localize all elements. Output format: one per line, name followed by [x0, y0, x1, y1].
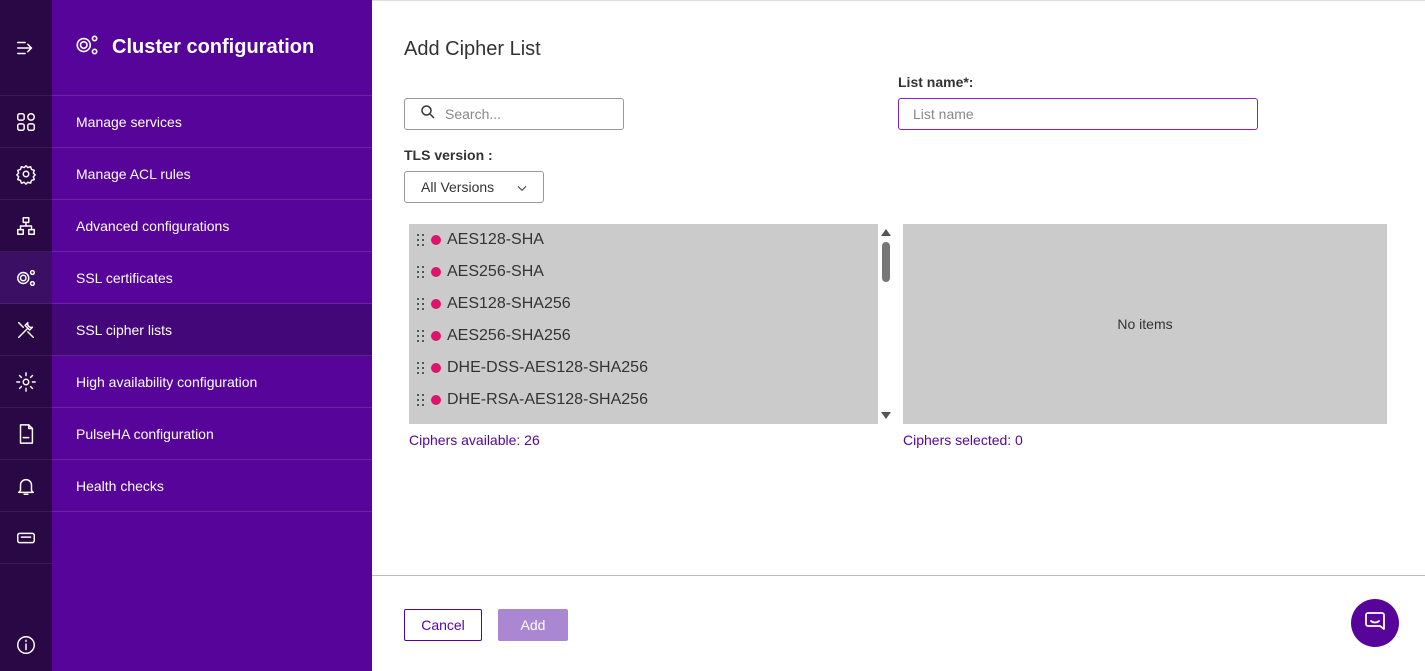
tools-icon[interactable] [0, 304, 52, 356]
cipher-name: DHE-RSA-AES128-SHA256 [447, 391, 648, 408]
ticket-icon[interactable] [0, 512, 52, 564]
gear-icon[interactable] [0, 356, 52, 408]
cipher-item[interactable]: DHE-DSS-AES128-SHA256 [409, 352, 878, 384]
empty-state-text: No items [1117, 316, 1173, 332]
info-icon[interactable] [0, 619, 52, 671]
scroll-thumb[interactable] [882, 242, 890, 282]
cipher-name: AES256-SHA [447, 263, 544, 280]
drag-handle-icon[interactable] [415, 264, 427, 280]
sidebar-item-manage-services[interactable]: Manage services [52, 96, 372, 148]
gears-icon[interactable] [0, 252, 52, 304]
cipher-item[interactable]: AES128-SHA256 [409, 288, 878, 320]
add-button[interactable]: Add [498, 609, 568, 641]
chat-support-button[interactable] [1351, 599, 1399, 647]
location-gear-icon[interactable] [0, 148, 52, 200]
search-input[interactable] [445, 106, 615, 122]
list-name-input[interactable] [898, 98, 1258, 130]
drag-handle-icon[interactable] [415, 392, 427, 408]
status-dot-icon [431, 363, 441, 373]
status-dot-icon [431, 235, 441, 245]
ciphers-selected-count: Ciphers selected: 0 [903, 432, 1023, 448]
sidebar-item-ssl-certificates[interactable]: SSL certificates [52, 252, 372, 304]
sidebar-item-ssl-cipher-lists[interactable]: SSL cipher lists [52, 304, 372, 356]
add-cipher-list-dialog: Add Cipher List List name*: TLS version … [372, 0, 1425, 671]
drag-handle-icon[interactable] [415, 296, 427, 312]
drag-handle-icon[interactable] [415, 328, 427, 344]
tls-version-label: TLS version : [404, 147, 493, 163]
cancel-button[interactable]: Cancel [404, 609, 482, 641]
ciphers-available-count: Ciphers available: 26 [409, 432, 540, 448]
drag-handle-icon[interactable] [415, 232, 427, 248]
sidebar-header: Cluster configuration [52, 0, 372, 96]
page-title: Add Cipher List [404, 38, 541, 60]
sidebar-item-manage-acl-rules[interactable]: Manage ACL rules [52, 148, 372, 200]
chat-icon [1363, 609, 1387, 638]
cipher-name: DHE-DSS-AES128-SHA256 [447, 359, 648, 376]
cipher-item[interactable]: AES256-SHA256 [409, 320, 878, 352]
sidebar-item-advanced-configurations[interactable]: Advanced configurations [52, 200, 372, 252]
cipher-item[interactable]: AES256-SHA [409, 256, 878, 288]
selected-ciphers-list[interactable]: No items [903, 224, 1387, 424]
search-icon [419, 103, 437, 126]
cipher-name: AES128-SHA256 [447, 295, 571, 312]
available-ciphers-list[interactable]: AES128-SHA AES256-SHA AES128-SHA256 AES2… [409, 224, 878, 424]
network-icon[interactable] [0, 200, 52, 252]
gears-icon [74, 32, 100, 63]
grid-apps-icon[interactable] [0, 96, 52, 148]
scroll-down-arrow-icon[interactable] [881, 412, 891, 419]
log-file-icon[interactable] [0, 408, 52, 460]
sidebar-title: Cluster configuration [112, 36, 315, 58]
sidebar-item-health-checks[interactable]: Health checks [52, 460, 372, 512]
status-dot-icon [431, 299, 441, 309]
cipher-item[interactable]: AES128-SHA [409, 224, 878, 256]
cipher-item[interactable]: DHE-RSA-AES128-SHA256 [409, 384, 878, 416]
dialog-footer: Cancel Add [372, 575, 1425, 671]
cipher-name: AES256-SHA256 [447, 327, 571, 344]
sidebar-item-pulseha[interactable]: PulseHA configuration [52, 408, 372, 460]
drag-handle-icon[interactable] [415, 360, 427, 376]
status-dot-icon [431, 267, 441, 277]
status-dot-icon [431, 331, 441, 341]
available-list-scrollbar[interactable] [878, 224, 894, 424]
scroll-up-arrow-icon[interactable] [881, 229, 891, 236]
tls-version-select[interactable]: All Versions [404, 171, 544, 203]
sidebar: Cluster configuration Manage services Ma… [52, 0, 372, 671]
status-dot-icon [431, 395, 441, 405]
bell-icon[interactable] [0, 460, 52, 512]
menu-expand-icon[interactable] [0, 0, 52, 96]
cipher-name: AES128-SHA [447, 231, 544, 248]
list-name-label: List name*: [898, 74, 974, 90]
icon-rail [0, 0, 52, 671]
tls-version-value: All Versions [421, 179, 495, 195]
search-box[interactable] [404, 98, 624, 130]
sidebar-item-high-availability[interactable]: High availability configuration [52, 356, 372, 408]
